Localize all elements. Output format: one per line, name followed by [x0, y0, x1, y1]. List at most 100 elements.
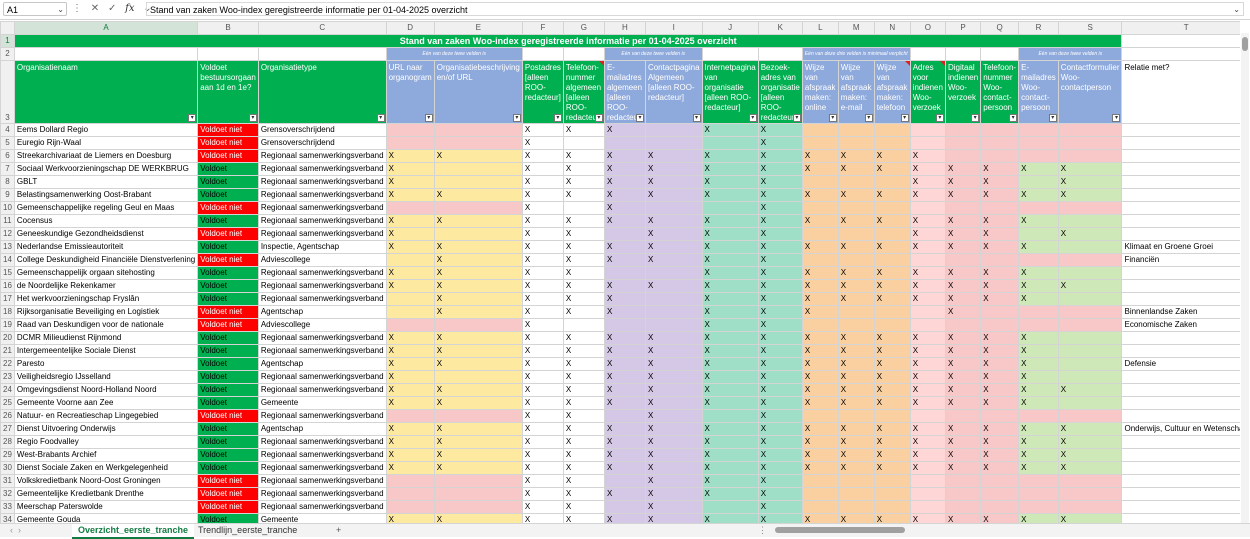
cell-s[interactable] — [1057, 136, 1123, 150]
cell-q[interactable] — [980, 136, 1020, 150]
voldoet-cell[interactable]: Voldoet — [197, 240, 259, 254]
cell-j[interactable]: X — [701, 123, 759, 137]
cell-g[interactable]: X — [562, 474, 605, 488]
org-type-cell[interactable]: Regionaal samenwerkingsverband — [257, 383, 387, 397]
column-title[interactable]: URL naar organogram ▾ — [385, 60, 435, 124]
column-header-a[interactable]: A — [13, 21, 199, 35]
cell-r[interactable]: X — [1018, 422, 1059, 436]
cell-j[interactable]: X — [701, 344, 759, 358]
cell-d[interactable] — [385, 305, 435, 319]
cell-r[interactable]: X — [1018, 162, 1059, 176]
cell-q[interactable]: X — [980, 357, 1020, 371]
voldoet-cell[interactable]: Voldoet — [197, 175, 259, 189]
cell-n[interactable] — [873, 136, 911, 150]
voldoet-cell[interactable]: Voldoet — [197, 214, 259, 228]
relatie-cell[interactable] — [1121, 461, 1240, 475]
cell-h[interactable]: X — [603, 292, 646, 306]
cell-n[interactable] — [873, 253, 911, 267]
cell-h[interactable]: X — [603, 461, 646, 475]
cell-e[interactable]: X — [433, 513, 523, 523]
relatie-cell[interactable] — [1121, 370, 1240, 384]
cell-p[interactable]: X — [944, 331, 982, 345]
cell-l[interactable] — [801, 500, 839, 514]
cell-k[interactable]: X — [757, 383, 803, 397]
column-title[interactable]: Wijze van afspraak maken: e-mail ▾ — [837, 60, 875, 124]
cell-m[interactable] — [837, 136, 875, 150]
cell-l[interactable]: X — [801, 266, 839, 280]
cell-l[interactable]: X — [801, 279, 839, 293]
cell-k[interactable]: X — [757, 279, 803, 293]
cell-s[interactable] — [1057, 344, 1123, 358]
cell-f[interactable]: X — [521, 396, 564, 410]
expand-formula-icon[interactable]: ⌄ — [1233, 3, 1240, 17]
relatie-cell[interactable] — [1121, 214, 1240, 228]
voldoet-cell[interactable]: Voldoet — [197, 188, 259, 202]
cell-e[interactable] — [433, 370, 523, 384]
row-header[interactable]: 7 — [0, 162, 15, 176]
cell-s[interactable] — [1057, 214, 1123, 228]
org-name-cell[interactable]: Gemeenschappelijk orgaan sitehosting — [13, 266, 199, 280]
relatie-cell[interactable] — [1121, 487, 1240, 501]
cell-f[interactable]: X — [521, 344, 564, 358]
org-type-cell[interactable]: Regionaal samenwerkingsverband — [257, 175, 387, 189]
cell-h[interactable]: X — [603, 162, 646, 176]
cell-f[interactable]: X — [521, 500, 564, 514]
cell-j[interactable]: X — [701, 422, 759, 436]
cell-s[interactable]: X — [1057, 188, 1123, 202]
cell-m[interactable]: X — [837, 240, 875, 254]
org-name-cell[interactable]: Nederlandse Emissieautoriteit — [13, 240, 199, 254]
cell-g[interactable]: X — [562, 279, 605, 293]
tab-trendlijn[interactable]: Trendlijn_eerste_tranche — [192, 524, 303, 537]
voldoet-cell[interactable]: Voldoet — [197, 448, 259, 462]
cell-r[interactable]: X — [1018, 266, 1059, 280]
cell-n[interactable] — [873, 318, 911, 332]
cell-j[interactable]: X — [701, 253, 759, 267]
cell-o[interactable]: X — [909, 396, 946, 410]
cell-f[interactable]: X — [521, 461, 564, 475]
column-header-n[interactable]: N — [873, 21, 911, 35]
cell-q[interactable]: X — [980, 435, 1020, 449]
relatie-cell[interactable]: Defensie — [1121, 357, 1240, 371]
cell-r[interactable] — [1018, 201, 1059, 215]
cell-r[interactable]: X — [1018, 448, 1059, 462]
cell-k[interactable]: X — [757, 396, 803, 410]
org-name-cell[interactable]: Meerschap Paterswolde — [13, 500, 199, 514]
relatie-cell[interactable] — [1121, 396, 1240, 410]
cell-m[interactable] — [837, 201, 875, 215]
cell-k[interactable]: X — [757, 292, 803, 306]
formula-input[interactable]: Stand van zaken Woo-index geregistreerde… — [146, 2, 1244, 16]
org-type-cell[interactable]: Regionaal samenwerkingsverband — [257, 266, 387, 280]
cell-p[interactable] — [944, 500, 982, 514]
cell-o[interactable] — [909, 474, 946, 488]
relatie-cell[interactable] — [1121, 201, 1240, 215]
cell-f[interactable]: X — [521, 175, 564, 189]
cell-h[interactable]: X — [603, 435, 646, 449]
row-header[interactable]: 29 — [0, 448, 15, 462]
filter-dropdown-icon[interactable]: ▾ — [512, 114, 521, 122]
cell-m[interactable]: X — [837, 383, 875, 397]
voldoet-cell[interactable]: Voldoet — [197, 422, 259, 436]
cell-p[interactable]: X — [944, 305, 982, 319]
cell-s[interactable] — [1057, 123, 1123, 137]
column-title[interactable]: Telefoon-nummer Woo-contact-persoon ▾ — [980, 60, 1020, 124]
cell-s[interactable] — [1057, 149, 1123, 163]
voldoet-cell[interactable]: Voldoet — [197, 266, 259, 280]
cell-e[interactable]: X — [433, 266, 523, 280]
row-header[interactable]: 31 — [0, 474, 15, 488]
cell-h[interactable]: X — [603, 305, 646, 319]
cell-p[interactable] — [944, 318, 982, 332]
org-type-cell[interactable]: Regionaal samenwerkingsverband — [257, 474, 387, 488]
cell-g[interactable]: X — [562, 435, 605, 449]
cell[interactable] — [257, 47, 387, 61]
cell-g[interactable]: X — [562, 227, 605, 241]
cell-o[interactable]: X — [909, 370, 946, 384]
cell-r[interactable] — [1018, 305, 1059, 319]
org-type-cell[interactable]: Regionaal samenwerkingsverband — [257, 435, 387, 449]
org-type-cell[interactable]: Regionaal samenwerkingsverband — [257, 409, 387, 423]
cell-i[interactable]: X — [644, 279, 703, 293]
cell-g[interactable]: X — [562, 331, 605, 345]
cell-l[interactable] — [801, 487, 839, 501]
cell-o[interactable]: X — [909, 240, 946, 254]
relatie-cell[interactable] — [1121, 513, 1240, 523]
relatie-cell[interactable] — [1121, 279, 1240, 293]
